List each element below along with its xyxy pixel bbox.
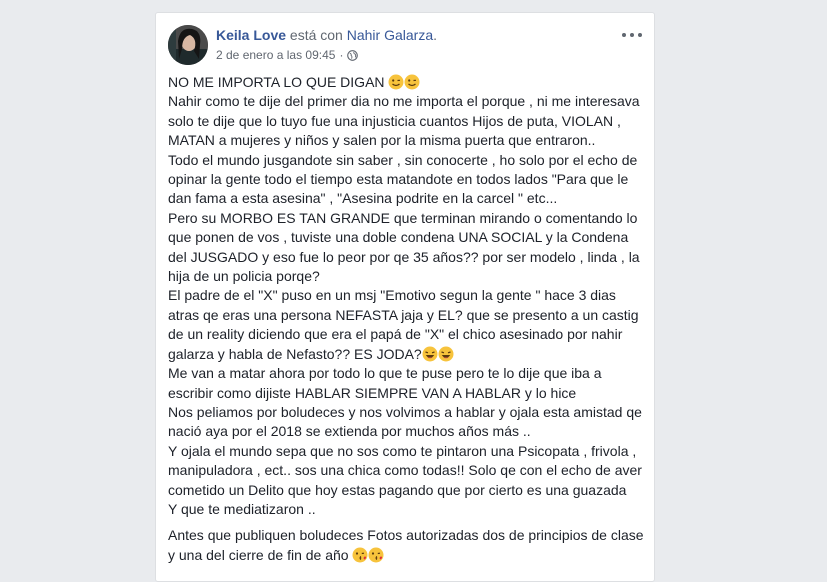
kiss-emoji-icon bbox=[368, 547, 384, 563]
post-meta: 2 de enero a las 09:45 · bbox=[216, 48, 359, 62]
post-line: cometido un Delito que hoy estas pagando… bbox=[168, 481, 627, 498]
post-line: galarza y habla de Nefasto?? ES JODA? bbox=[168, 345, 646, 364]
profile-photo-icon bbox=[168, 25, 208, 65]
wink-emoji-icon bbox=[388, 74, 404, 90]
laughing-emoji-icon bbox=[422, 346, 438, 362]
post-line: Y que te mediatizaron .. bbox=[168, 500, 316, 517]
author-name-link[interactable]: Keila Love bbox=[216, 27, 286, 43]
facebook-post: Keila Love está con Nahir Galarza. 2 de … bbox=[155, 12, 655, 582]
post-line: manipuladora , ect.. sos una chica como … bbox=[168, 462, 642, 479]
post-line: Me van a matar ahora por todo lo que te … bbox=[168, 365, 602, 382]
post-line: El padre de el "X" puso en un msj "Emoti… bbox=[168, 287, 616, 304]
post-line: del JUSGADO y eso fue lo peor por qe 35 … bbox=[168, 248, 640, 265]
post-line: de un reality diciendo que era el papá d… bbox=[168, 326, 623, 343]
post-line: Antes que publiquen boludeces Fotos auto… bbox=[168, 527, 644, 544]
tagged-person-link[interactable]: Nahir Galarza bbox=[347, 27, 433, 43]
post-line: hija de un policia porqe? bbox=[168, 268, 320, 285]
post-line: y una del cierre de fin de año bbox=[168, 546, 646, 565]
post-line: MATAN a mujeres y niños y salen por la m… bbox=[168, 132, 596, 149]
meta-separator: · bbox=[339, 48, 344, 62]
post-line: Nos peliamos por boludeces y nos volvimo… bbox=[168, 403, 642, 420]
post-line: Nahir como te dije del primer dia no me … bbox=[168, 93, 640, 110]
timestamp-link[interactable]: 2 de enero a las 09:45 bbox=[216, 48, 335, 62]
post-line: que ponen de vos , tuviste una doble con… bbox=[168, 229, 629, 246]
with-text: está con bbox=[289, 27, 343, 43]
post-line: solo te dije que lo tuyo fue una injusti… bbox=[168, 112, 621, 129]
laughing-emoji-icon bbox=[438, 346, 454, 362]
post-line: escribir como dijiste HABLAR SIEMPRE VAN… bbox=[168, 384, 577, 401]
tagged-suffix: . bbox=[433, 27, 438, 43]
post-header: Keila Love está con Nahir Galarza. 2 de … bbox=[168, 23, 642, 67]
author-line: Keila Love está con Nahir Galarza. bbox=[216, 27, 437, 43]
post-line: atras qe eras una persona NEFASTA jaja y… bbox=[168, 306, 639, 323]
post-line: NO ME IMPORTA LO QUE DIGAN bbox=[168, 73, 646, 92]
post-line: Pero su MORBO ES TAN GRANDE que terminan… bbox=[168, 209, 638, 226]
post-body: NO ME IMPORTA LO QUE DIGAN Nahir como te… bbox=[168, 73, 646, 565]
post-line: opinar la gente todo el tiempo esta mata… bbox=[168, 171, 629, 188]
globe-icon[interactable] bbox=[347, 49, 359, 61]
avatar[interactable] bbox=[168, 25, 208, 65]
post-line: Todo el mundo jusgandote sin saber , sin… bbox=[168, 151, 638, 168]
post-line: dan fama a esta asesina" , "Asesina podr… bbox=[168, 190, 558, 207]
wink-emoji-icon bbox=[404, 74, 420, 90]
post-line: Y ojala el mundo sepa que no sos como te… bbox=[168, 442, 637, 459]
post-line: nació aya por el 2018 se extienda por mu… bbox=[168, 423, 531, 440]
more-options-icon[interactable] bbox=[622, 29, 642, 41]
kiss-emoji-icon bbox=[352, 547, 368, 563]
